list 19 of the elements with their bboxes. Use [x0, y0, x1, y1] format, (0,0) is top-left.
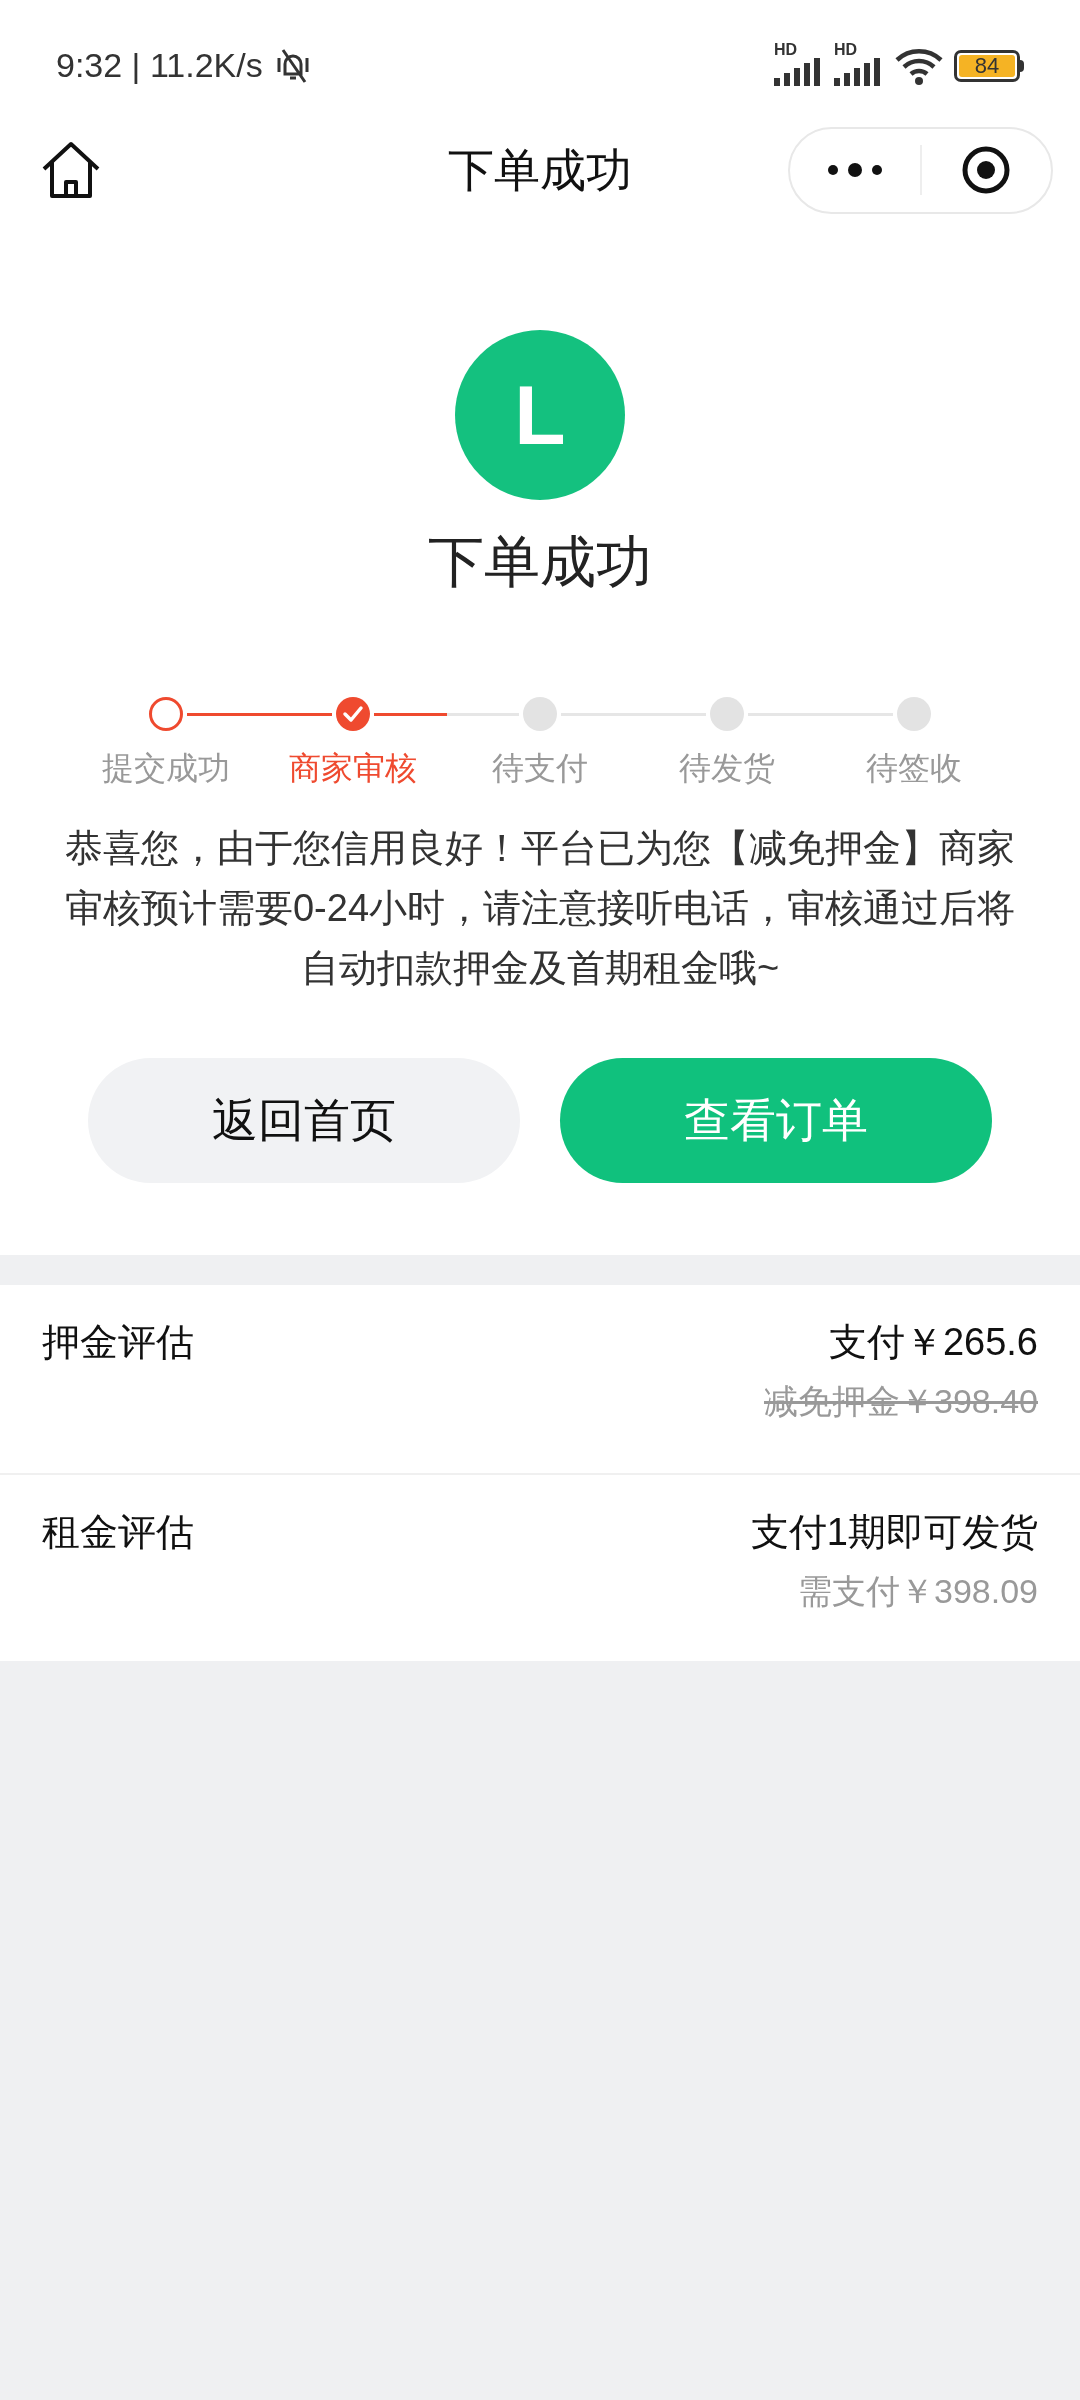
summary-note: 减免押金￥398.40 [764, 1381, 1038, 1422]
more-icon[interactable] [826, 162, 883, 178]
summary-label: 押金评估 [42, 1320, 194, 1365]
step-label: 待签收 [865, 749, 962, 788]
step-label: 待支付 [492, 749, 588, 788]
logo-badge: L [455, 330, 625, 500]
page-title: 下单成功 [448, 142, 632, 198]
summary-value: 支付￥265.6 [828, 1320, 1038, 1365]
home-icon[interactable] [40, 141, 102, 199]
step-label: 提交成功 [102, 749, 231, 788]
summary-note: 需支付￥398.09 [798, 1571, 1038, 1612]
result-title: 下单成功 [428, 529, 652, 595]
back-home-button[interactable]: 返回首页 [88, 1058, 520, 1183]
summary-value: 支付1期即可发货 [750, 1510, 1038, 1555]
step-label: 商家审核 [289, 749, 418, 788]
summary-label: 租金评估 [42, 1510, 194, 1555]
notice-text: 恭喜您，由于您信用良好！平台已为您【减免押金】商家审核预计需要0-24小时，请注意接听电话，审核通过后将自动扣款押金及首期租金哦~ [63, 826, 1017, 991]
status-time: 9:32 | 11.2K/s [56, 45, 263, 86]
step-label: 待发货 [678, 749, 775, 788]
